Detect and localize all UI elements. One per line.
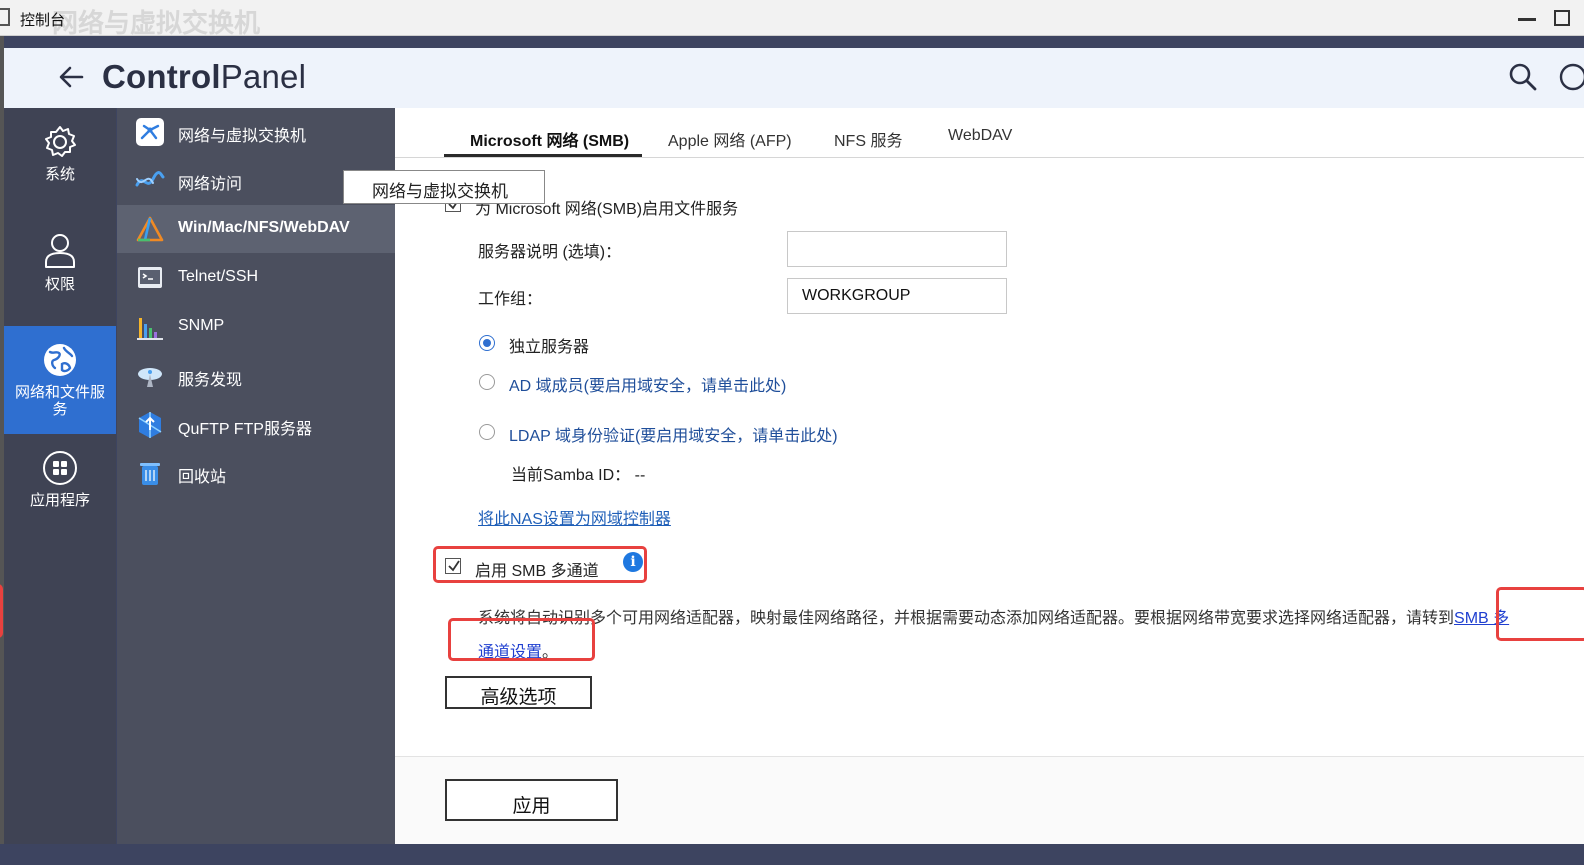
rail-item-network-file-services[interactable]: 网络和文件服务 bbox=[4, 326, 116, 434]
apps-grid-icon bbox=[43, 451, 77, 485]
active-tab-indicator bbox=[444, 154, 642, 157]
ghost-title: 网络与虚拟交换机 bbox=[52, 8, 261, 38]
ftp-icon bbox=[138, 412, 162, 438]
bottom-strip bbox=[0, 844, 1584, 865]
satellite-dish-icon bbox=[138, 368, 162, 387]
highlight-multichannel-checkbox bbox=[433, 546, 647, 583]
network-access-icon bbox=[135, 171, 165, 187]
radio-standalone-label: 独立服务器 bbox=[509, 339, 590, 356]
rail-item-privileges[interactable]: 权限 bbox=[4, 232, 116, 304]
rail-label-privileges: 权限 bbox=[44, 276, 75, 293]
highlight-edge bbox=[0, 584, 3, 638]
window-title: 控制台 bbox=[20, 12, 66, 29]
os-title-bar: 网络与虚拟交换机 控制台 bbox=[0, 0, 1584, 38]
app-window: 网络与虚拟交换机 控制台 ControlPanel 系统 权限 网络和文件服务 … bbox=[0, 0, 1584, 865]
submenu-item-win-mac-nfs-webdav[interactable]: Win/Mac/NFS/WebDAV bbox=[117, 205, 395, 253]
tab-nfs[interactable]: NFS 服务 bbox=[834, 127, 902, 151]
user-icon bbox=[45, 234, 75, 268]
gear-icon bbox=[45, 126, 76, 157]
bar-chart-icon bbox=[137, 318, 163, 340]
search-icon[interactable] bbox=[1508, 62, 1538, 92]
main-content: Microsoft 网络 (SMB) Apple 网络 (AFP) NFS 服务… bbox=[395, 108, 1584, 844]
back-arrow-icon[interactable] bbox=[56, 62, 86, 92]
help-icon[interactable] bbox=[1558, 62, 1584, 92]
submenu-item-recycle-bin[interactable]: 回收站 bbox=[117, 449, 395, 497]
sub-menu: 网络与虚拟交换机 网络访问 Win/Mac/NFS/WebDAV Telnet/… bbox=[117, 108, 395, 844]
submenu-label: Telnet/SSH bbox=[178, 268, 259, 285]
control-panel-header: ControlPanel bbox=[4, 48, 1584, 108]
workgroup-label: 工作组： bbox=[478, 291, 543, 308]
window-icon bbox=[0, 8, 10, 26]
rail-item-applications[interactable]: 应用程序 bbox=[4, 450, 116, 522]
radio-ldap-auth[interactable] bbox=[479, 424, 495, 440]
rail-item-system[interactable]: 系统 bbox=[4, 124, 116, 194]
rail-label-system: 系统 bbox=[44, 166, 75, 183]
server-description-label: 服务器说明 (选填)： bbox=[478, 244, 622, 261]
globe-icon bbox=[44, 344, 76, 376]
radio-ad-label[interactable]: AD 域成员(要启用域安全，请单击此处) bbox=[509, 372, 786, 396]
submenu-label: SNMP bbox=[178, 317, 225, 334]
network-switch-icon bbox=[136, 118, 164, 146]
workgroup-input[interactable]: WORKGROUP bbox=[787, 278, 1007, 314]
submenu-label: 网络与虚拟交换机 bbox=[178, 128, 307, 145]
submenu-label: 回收站 bbox=[178, 469, 227, 486]
page-title: ControlPanel bbox=[102, 58, 307, 95]
multichannel-description: 系统将自动识别多个可用网络适配器，映射最佳网络路径，并根据需要动态添加网络适配器… bbox=[478, 610, 1510, 627]
submenu-label: QuFTP FTP服务器 bbox=[178, 421, 312, 438]
rail-label-network-file-services: 网络和文件服务 bbox=[14, 384, 105, 418]
category-rail: 系统 权限 网络和文件服务 应用程序 bbox=[4, 108, 116, 844]
samba-id-value: -- bbox=[634, 467, 646, 484]
submenu-item-snmp[interactable]: SNMP bbox=[117, 303, 395, 351]
samba-id-label: 当前Samba ID： -- bbox=[511, 467, 646, 484]
submenu-item-service-discovery[interactable]: 服务发现 bbox=[117, 352, 395, 400]
submenu-item-telnet-ssh[interactable]: Telnet/SSH bbox=[117, 254, 395, 302]
radio-ad-domain-member[interactable] bbox=[479, 374, 495, 390]
maximize-icon[interactable] bbox=[1554, 10, 1570, 26]
server-description-input[interactable] bbox=[787, 231, 1007, 267]
header-divider bbox=[0, 36, 1584, 48]
highlight-settings-link bbox=[448, 618, 595, 661]
tab-smb[interactable]: Microsoft 网络 (SMB) bbox=[470, 127, 629, 151]
submenu-label: 网络访问 bbox=[178, 176, 243, 193]
tab-webdav[interactable]: WebDAV bbox=[948, 127, 1012, 145]
minimize-icon[interactable] bbox=[1518, 18, 1536, 21]
radio-ldap-label[interactable]: LDAP 域身份验证(要启用域安全，请单击此处) bbox=[509, 422, 838, 446]
file-protocol-icon bbox=[136, 216, 164, 242]
tab-bar: Microsoft 网络 (SMB) Apple 网络 (AFP) NFS 服务… bbox=[395, 108, 1584, 158]
rail-label-applications: 应用程序 bbox=[29, 492, 90, 509]
submenu-label: 服务发现 bbox=[178, 372, 243, 389]
domain-controller-link[interactable]: 将此NAS设置为网域控制器 bbox=[478, 505, 671, 529]
tab-afp[interactable]: Apple 网络 (AFP) bbox=[668, 127, 792, 151]
trash-icon bbox=[140, 463, 160, 485]
advanced-options-button[interactable]: 高级选项 bbox=[445, 676, 592, 709]
terminal-icon bbox=[138, 267, 162, 288]
highlight-smb-link bbox=[1496, 587, 1584, 641]
apply-button[interactable]: 应用 bbox=[445, 779, 618, 821]
submenu-label: Win/Mac/NFS/WebDAV bbox=[178, 219, 350, 236]
submenu-item-network-switch[interactable]: 网络与虚拟交换机 bbox=[117, 108, 395, 156]
tooltip: 网络与虚拟交换机 bbox=[343, 170, 545, 204]
radio-standalone-server[interactable] bbox=[479, 335, 495, 351]
submenu-item-quftp[interactable]: QuFTP FTP服务器 bbox=[117, 401, 395, 449]
